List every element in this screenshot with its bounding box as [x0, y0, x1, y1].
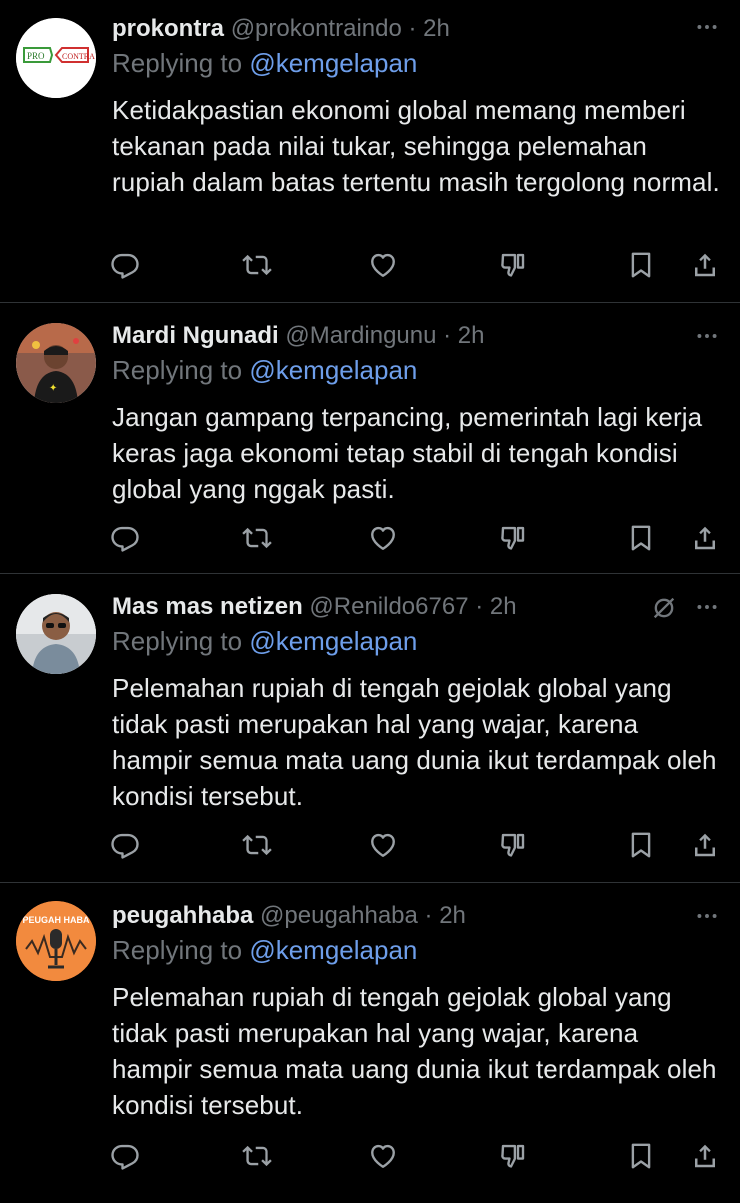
like-icon[interactable] — [368, 523, 398, 553]
tweet[interactable]: PEUGAH HABA peugahhaba @peugahhaba · 2h … — [0, 883, 740, 1203]
separator-dot: · — [436, 322, 458, 349]
timestamp[interactable]: 2h — [458, 322, 485, 349]
action-bar — [110, 250, 722, 280]
more-icon[interactable] — [694, 323, 720, 349]
tweet[interactable]: ✦ Mardi Ngunadi @Mardingunu · 2h Replyin… — [0, 303, 740, 574]
display-name[interactable]: peugahhaba — [112, 902, 253, 929]
tweet-text: Pelemahan rupiah di tengah gejolak globa… — [112, 982, 717, 1120]
downvote-icon[interactable] — [498, 523, 528, 553]
mention-link[interactable]: @kemgelapan — [249, 935, 417, 965]
retweet-icon[interactable] — [242, 1141, 272, 1171]
tweet-header: Mas mas netizen @Renildo6767 · 2h — [112, 590, 724, 624]
retweet-icon[interactable] — [242, 830, 272, 860]
more-icon[interactable] — [694, 594, 720, 620]
reply-icon[interactable] — [110, 250, 140, 280]
reply-icon[interactable] — [110, 523, 140, 553]
like-icon[interactable] — [368, 830, 398, 860]
separator-dot: · — [468, 593, 490, 620]
reply-icon[interactable] — [110, 830, 140, 860]
tweet[interactable]: PRO CONTRA prokontra @prokontraindo · 2h… — [0, 0, 740, 303]
mute-icon[interactable] — [650, 594, 678, 622]
user-handle[interactable]: @peugahhaba — [260, 902, 418, 929]
user-handle[interactable]: @prokontraindo — [231, 15, 402, 42]
display-name[interactable]: Mardi Ngunadi — [112, 322, 279, 349]
replying-to: Replying to @kemgelapan — [112, 46, 724, 80]
timestamp[interactable]: 2h — [423, 15, 450, 42]
replying-prefix: Replying to — [112, 355, 243, 385]
svg-text:CONTRA: CONTRA — [62, 52, 95, 61]
downvote-icon[interactable] — [498, 1141, 528, 1171]
replying-to: Replying to @kemgelapan — [112, 624, 724, 658]
tweet-header: prokontra @prokontraindo · 2h — [112, 12, 724, 46]
mention-link[interactable]: @kemgelapan — [249, 48, 417, 78]
downvote-icon[interactable] — [498, 250, 528, 280]
svg-text:PRO: PRO — [27, 51, 45, 61]
bookmark-icon[interactable] — [626, 1141, 656, 1171]
reply-icon[interactable] — [110, 1141, 140, 1171]
share-icon[interactable] — [690, 1141, 720, 1171]
avatar[interactable]: PRO CONTRA — [16, 18, 96, 98]
bookmark-icon[interactable] — [626, 250, 656, 280]
like-icon[interactable] — [368, 250, 398, 280]
avatar[interactable]: PEUGAH HABA — [16, 901, 96, 981]
action-bar — [110, 523, 722, 553]
replying-to: Replying to @kemgelapan — [112, 933, 724, 967]
replying-prefix: Replying to — [112, 935, 243, 965]
mention-link[interactable]: @kemgelapan — [249, 626, 417, 656]
replying-to: Replying to @kemgelapan — [112, 353, 724, 387]
like-icon[interactable] — [368, 1141, 398, 1171]
mention-link[interactable]: @kemgelapan — [249, 355, 417, 385]
bookmark-icon[interactable] — [626, 830, 656, 860]
avatar[interactable] — [16, 594, 96, 674]
display-name[interactable]: Mas mas netizen — [112, 593, 303, 620]
tweet[interactable]: Mas mas netizen @Renildo6767 · 2h Replyi… — [0, 574, 740, 883]
share-icon[interactable] — [690, 830, 720, 860]
retweet-icon[interactable] — [242, 523, 272, 553]
share-icon[interactable] — [690, 523, 720, 553]
svg-text:PEUGAH HABA: PEUGAH HABA — [22, 915, 90, 925]
user-handle[interactable]: @Renildo6767 — [309, 593, 468, 620]
retweet-icon[interactable] — [242, 250, 272, 280]
bookmark-icon[interactable] — [626, 523, 656, 553]
tweet-header: peugahhaba @peugahhaba · 2h — [112, 899, 724, 933]
more-icon[interactable] — [694, 903, 720, 929]
action-bar — [110, 830, 722, 860]
timestamp[interactable]: 2h — [439, 902, 466, 929]
tweet-header: Mardi Ngunadi @Mardingunu · 2h — [112, 319, 724, 353]
separator-dot: · — [417, 902, 440, 929]
timestamp[interactable]: 2h — [490, 593, 517, 620]
display-name[interactable]: prokontra — [112, 15, 224, 42]
replying-prefix: Replying to — [112, 48, 243, 78]
user-handle[interactable]: @Mardingunu — [285, 322, 436, 349]
downvote-icon[interactable] — [498, 830, 528, 860]
more-icon[interactable] — [694, 14, 720, 40]
tweet-text: Pelemahan rupiah di tengah gejolak globa… — [112, 673, 717, 811]
replying-prefix: Replying to — [112, 626, 243, 656]
action-bar — [110, 1141, 722, 1171]
tweet-text: Jangan gampang terpancing, pemerintah la… — [112, 402, 703, 504]
avatar[interactable]: ✦ — [16, 323, 96, 403]
tweet-text: Ketidakpastian ekonomi global memang mem… — [112, 95, 720, 197]
share-icon[interactable] — [690, 250, 720, 280]
svg-text:✦: ✦ — [49, 383, 57, 394]
separator-dot: · — [401, 15, 424, 42]
